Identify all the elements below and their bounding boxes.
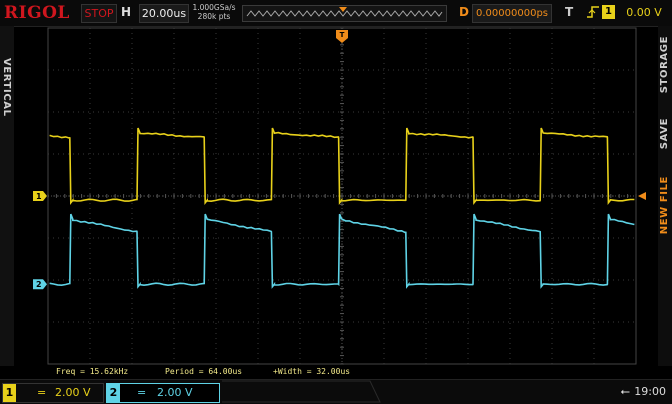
ch1-coupling-icon: = [37,386,47,399]
measurement-label: +Width [273,367,302,376]
measurement-label: Period [165,367,194,376]
svg-text:2: 2 [36,280,42,289]
svg-text:1: 1 [36,192,42,201]
system-clock: 19:00 [634,385,666,398]
measurement-value: 32.00us [316,367,351,376]
ch2-settings[interactable]: 2 = 2.00 V [106,383,220,403]
measurement-bar: Freq = 15.62kHz Period = 64.00us +Width … [0,366,672,378]
measurement-period[interactable]: Period = 64.00us [165,367,242,376]
measurement-label: Freq [56,367,76,376]
ch1-number: 1 [3,384,16,402]
measurement-freq[interactable]: Freq = 15.62kHz [56,367,128,376]
measurement-value: 64.00us [208,367,243,376]
bottom-status-bar: 1 = 2.00 V 2 = 2.00 V ⭠ 19:00 [0,379,672,404]
ch2-marker[interactable]: 2 [33,279,47,290]
waveform-display[interactable]: T 1 2 [0,0,672,366]
ch2-number: 2 [107,384,120,402]
ch2-coupling-icon: = [137,386,147,399]
ch1-settings[interactable]: 1 = 2.00 V [2,383,104,403]
ch1-marker[interactable]: 1 [33,191,47,201]
measurement-value: 15.62kHz [89,367,129,376]
measurement-width[interactable]: +Width = 32.00us [273,367,350,376]
usb-icon: ⭠ [620,384,630,398]
ch1-scale: 2.00 V [55,386,91,399]
ch2-scale: 2.00 V [157,386,193,399]
svg-text:T: T [340,31,345,39]
trigger-level-marker[interactable] [638,192,646,200]
